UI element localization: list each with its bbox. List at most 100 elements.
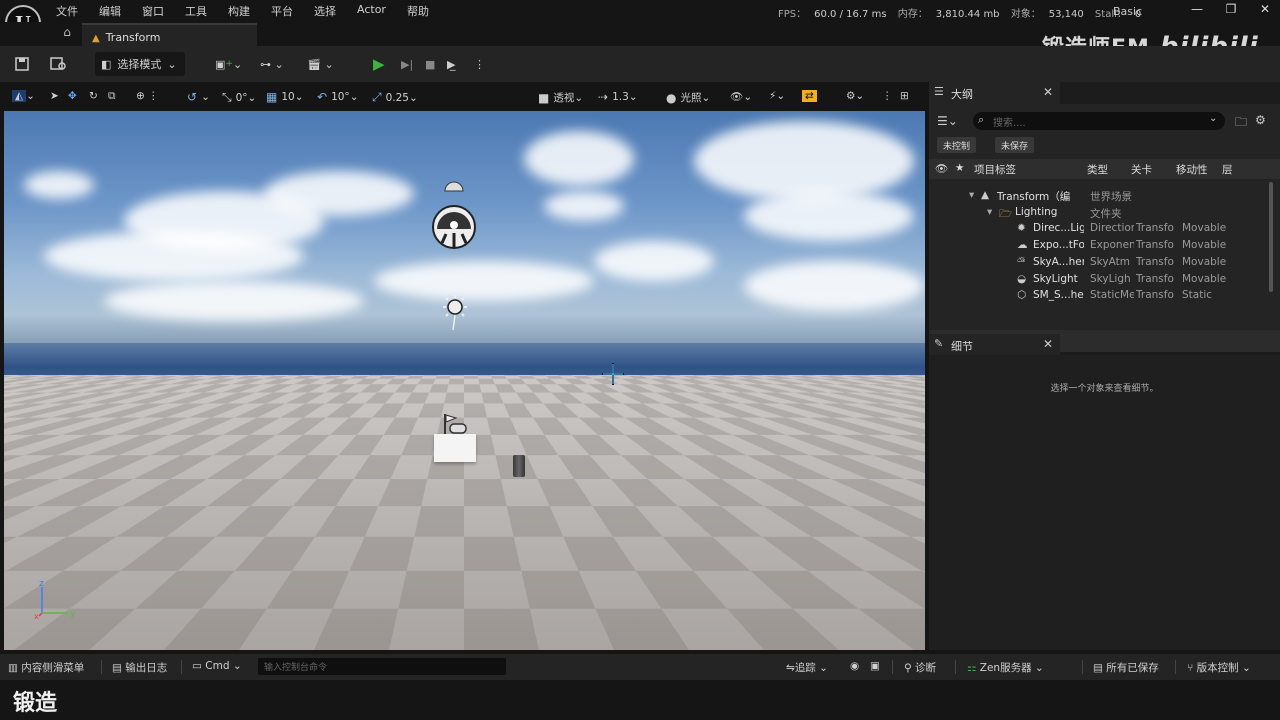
screenshot-icon[interactable]: ▣ xyxy=(870,660,880,672)
output-log-button[interactable]: ▤ 输出日志 xyxy=(112,660,167,675)
blueprint-icon[interactable]: ⊶ ⌄ xyxy=(260,53,284,75)
menu-edit[interactable]: 编辑 xyxy=(99,3,121,19)
col-type[interactable]: 类型 xyxy=(1087,162,1108,177)
col-mobility[interactable]: 移动性 xyxy=(1176,162,1208,177)
scale-snap-icon: ⤢ xyxy=(372,90,382,104)
outliner-row[interactable]: ☁︎ Expo...tFog ExponenTransfo Movable xyxy=(929,237,1267,254)
scale-snap-toggle[interactable]: ⤢ 0.25 ⌄ xyxy=(372,90,418,105)
expand-arrow-icon[interactable]: ▾ xyxy=(969,189,974,201)
save-icon[interactable] xyxy=(14,53,30,75)
home-icon[interactable]: ⌂ xyxy=(56,25,78,43)
menu-build[interactable]: 构建 xyxy=(228,3,250,19)
outliner-tab[interactable]: ☰ 大纲 ✕ xyxy=(929,82,1060,104)
player-start-mesh[interactable] xyxy=(434,434,476,462)
menu-file[interactable]: 文件 xyxy=(56,3,78,19)
unsaved-chip[interactable]: 未保存 xyxy=(995,137,1035,153)
transform-highlight-icon[interactable]: ⇄ xyxy=(802,90,817,102)
outliner-search-input[interactable]: ⌕ 搜索.... ⌄ xyxy=(973,112,1225,130)
minimize-icon[interactable]: — xyxy=(1180,2,1214,16)
menu-actor[interactable]: Actor xyxy=(357,3,386,19)
camera-speed-dropdown[interactable]: ⇢ 1.3 ⌄ xyxy=(598,90,638,104)
rotate-tool-icon[interactable]: ↻ xyxy=(89,90,98,102)
floor-tile xyxy=(486,417,518,435)
outliner-scrollbar[interactable] xyxy=(1269,182,1273,292)
details-tab[interactable]: ✎ 细节 ✕ xyxy=(929,334,1060,356)
outliner-row[interactable]: ▾ ▲ Transform（编 世界场景 xyxy=(929,187,1267,204)
layout-grid-icon[interactable]: ⊞ xyxy=(900,90,909,102)
level-tab[interactable]: ▲ Transform xyxy=(82,23,257,46)
floor-tile xyxy=(535,378,558,385)
zen-server-dropdown[interactable]: ⚏ Zen服务器 ⌄ xyxy=(967,660,1044,675)
outliner-row[interactable]: ⬡ SM_S...here StaticMeTransfo Static xyxy=(929,287,1267,304)
outliner-row[interactable]: ▾ 🗁︎ Lighting 文件夹 xyxy=(929,204,1267,221)
cinematics-icon[interactable]: 🎬︎ ⌄ xyxy=(307,53,334,75)
play-options-icon[interactable]: ⋮ xyxy=(474,53,485,75)
menu-select[interactable]: 选择 xyxy=(314,3,336,19)
grid-snap-toggle[interactable]: ▦ 10 ⌄ xyxy=(266,90,304,104)
floor-tile xyxy=(681,375,707,379)
move-tool-icon[interactable]: ✥ xyxy=(68,90,77,102)
select-tool-icon[interactable]: ➤ xyxy=(50,90,59,102)
rotation-snap-toggle[interactable]: ⤡ 0° ⌄ xyxy=(222,90,256,105)
realtime-icon[interactable]: ⚡︎⌄ xyxy=(769,90,785,102)
layout-name[interactable]: Basic xyxy=(1113,5,1142,18)
favorite-icon[interactable]: ★ xyxy=(955,162,964,174)
console-command-input[interactable]: 输入控制台命令 xyxy=(258,658,506,675)
browse-content-icon[interactable] xyxy=(50,53,68,75)
record-icon[interactable]: ◉ xyxy=(850,660,859,672)
col-layer[interactable]: 层 xyxy=(1222,162,1233,177)
floor-tile xyxy=(506,506,564,537)
uncontrolled-chip[interactable]: 未控制 xyxy=(937,137,977,153)
floor-tile xyxy=(429,384,449,393)
cmd-dropdown[interactable]: ▭ Cmd ⌄ xyxy=(192,660,242,672)
level-viewport[interactable]: z y x xyxy=(4,111,925,650)
close-icon[interactable]: ✕ xyxy=(1043,85,1053,99)
floor-tile xyxy=(372,403,405,418)
more-options-icon[interactable]: ⋮ xyxy=(882,90,893,102)
filter-icon[interactable]: ☰⌄ xyxy=(937,114,958,128)
outliner-row[interactable]: ✹ Direc...Light DirectionTransfo Movable xyxy=(929,220,1267,237)
close-icon[interactable]: ✕ xyxy=(1043,337,1053,351)
menu-window[interactable]: 窗口 xyxy=(142,3,164,19)
menu-help[interactable]: 帮助 xyxy=(407,3,429,19)
scale-tool-icon[interactable]: ⧉ xyxy=(108,90,116,103)
show-flags-icon[interactable]: 👁︎⌄ xyxy=(730,90,752,103)
outliner-settings-icon[interactable]: ⚙ xyxy=(1255,113,1266,127)
close-icon[interactable]: ✕ xyxy=(1248,2,1280,16)
col-level[interactable]: 关卡 xyxy=(1131,162,1152,177)
save-all-button[interactable]: ▤ 所有已保存 xyxy=(1093,660,1159,675)
add-actor-icon[interactable]: ▣ + ⌄ xyxy=(215,53,242,75)
play-button[interactable]: ▶ xyxy=(373,53,385,75)
restore-icon[interactable]: ❐ xyxy=(1214,2,1248,16)
expand-arrow-icon[interactable]: ▾ xyxy=(987,206,992,218)
static-mesh-cylinder[interactable] xyxy=(513,455,525,477)
col-label[interactable]: 项目标签 xyxy=(974,162,1016,177)
visibility-icon[interactable]: 👁︎ xyxy=(935,162,948,175)
viewport-options-icon[interactable]: ◭ ⌄ xyxy=(12,90,35,102)
perspective-dropdown[interactable]: ■ 透视 ⌄ xyxy=(538,90,583,105)
sky-light-icon[interactable] xyxy=(429,179,479,254)
angle-snap-toggle[interactable]: ↶ 10° ⌄ xyxy=(317,90,359,104)
outliner-row[interactable]: ◒ SkyLight SkyLigh Transfo Movable xyxy=(929,271,1267,288)
directional-light-icon[interactable] xyxy=(442,294,468,332)
menu-tools[interactable]: 工具 xyxy=(185,3,207,19)
player-start-icon[interactable] xyxy=(442,412,468,436)
world-space-icon[interactable]: ⊕ ⋮ xyxy=(136,90,159,102)
content-drawer-button[interactable]: ▥ 内容侧滑菜单 xyxy=(8,660,84,675)
add-folder-icon[interactable]: 🗀︎ xyxy=(1235,113,1247,134)
launch-icon[interactable]: ▶̲ xyxy=(447,53,455,75)
surface-snap-icon[interactable]: ↺ ⌄ xyxy=(187,90,210,104)
floor-tile xyxy=(276,417,327,435)
source-control-dropdown[interactable]: ⑂ 版本控制 ⌄ xyxy=(1187,660,1251,675)
chevron-down-icon[interactable]: ⌄ xyxy=(1209,113,1217,124)
lit-mode-dropdown[interactable]: ● 光照 ⌄ xyxy=(666,90,710,105)
menu-platform[interactable]: 平台 xyxy=(271,3,293,19)
settings-icon[interactable]: ⚙⌄ xyxy=(846,90,864,102)
trace-dropdown[interactable]: ⇋追踪 ⌄ xyxy=(786,660,828,675)
selection-mode-dropdown[interactable]: ◧ 选择模式 ⌄ xyxy=(95,52,185,76)
step-icon[interactable]: ▶| xyxy=(401,53,413,75)
obj-value: 53,140 xyxy=(1048,9,1084,20)
outliner-row[interactable]: ⛅︎ SkyA...here SkyAtm Transfo Movable xyxy=(929,254,1267,271)
diagnostics-button[interactable]: ⚲ 诊断 xyxy=(904,660,936,675)
stop-icon[interactable]: ■ xyxy=(425,53,435,75)
